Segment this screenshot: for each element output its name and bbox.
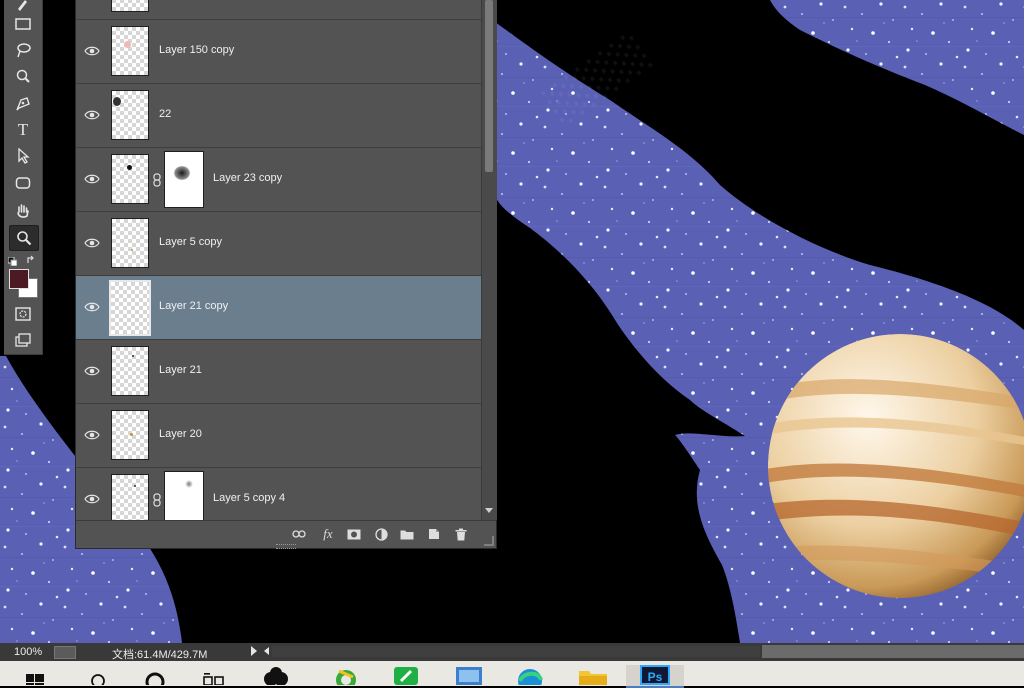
status-bar: 100% 文档:61.4M/429.7M	[0, 643, 1024, 661]
zoom-preview-icon[interactable]	[54, 646, 76, 659]
zoom-level[interactable]: 100%	[14, 646, 42, 658]
visibility-eye-icon[interactable]	[84, 172, 100, 186]
hand-icon[interactable]	[9, 199, 37, 223]
layer-name: Layer 150 copy	[159, 44, 235, 56]
new-layer-icon[interactable]	[426, 527, 442, 541]
default-colors-icon[interactable]	[7, 253, 18, 267]
tools-panel: T	[4, 0, 43, 355]
scroll-left-arrow-icon[interactable]	[264, 647, 269, 655]
adjustment-icon[interactable]	[372, 527, 390, 541]
layer-row-partial[interactable]	[76, 0, 481, 20]
layer-row[interactable]: Layer 150 copy	[76, 20, 481, 84]
mask-link-icon[interactable]	[152, 173, 162, 187]
layer-name: Layer 23 copy	[213, 172, 283, 184]
layer-list: Layer 150 copy 22 Layer 23 copy Layer 5 …	[76, 0, 481, 520]
layer-thumbnail	[111, 0, 149, 12]
panel-resize-handle[interactable]	[484, 536, 494, 546]
browser-360-icon[interactable]	[332, 665, 360, 686]
horizontal-scrollbar[interactable]	[272, 646, 760, 657]
rectangle-select-icon[interactable]	[9, 12, 37, 36]
scroll-down-arrow-icon[interactable]	[485, 508, 493, 513]
panel-resize-grip[interactable]	[276, 544, 296, 549]
visibility-eye-icon[interactable]	[84, 492, 100, 506]
path-select-icon[interactable]	[9, 144, 37, 168]
screen-mode-icon[interactable]	[9, 328, 37, 352]
edge-icon[interactable]	[515, 665, 545, 686]
rounded-rect-icon[interactable]	[9, 171, 37, 195]
visibility-eye-icon[interactable]	[84, 300, 100, 314]
layer-name: Layer 5 copy 4	[213, 492, 286, 504]
layer-row[interactable]: Layer 5 copy	[76, 212, 481, 276]
photoshop-label: Ps	[640, 665, 670, 685]
layer-row[interactable]: Layer 21	[76, 340, 481, 404]
cortana-icon[interactable]	[142, 665, 168, 686]
layer-thumbnail	[111, 90, 149, 140]
swap-colors-icon[interactable]	[26, 252, 36, 263]
quick-select-icon[interactable]	[9, 64, 37, 88]
file-explorer-icon[interactable]	[577, 665, 609, 686]
layer-name: Layer 5 copy	[159, 236, 222, 248]
layer-thumbnail	[111, 474, 149, 520]
photoshop-icon[interactable]: Ps	[626, 665, 684, 688]
task-view-icon[interactable]	[200, 665, 226, 686]
visibility-eye-icon[interactable]	[84, 108, 100, 122]
blue-app-icon[interactable]	[454, 665, 484, 686]
layer-name: Layer 20	[159, 428, 202, 440]
group-folder-icon[interactable]	[399, 527, 415, 541]
trash-icon[interactable]	[453, 527, 469, 541]
document-info: 文档:61.4M/429.7M	[112, 649, 208, 661]
layer-row[interactable]: Layer 23 copy	[76, 148, 481, 212]
link-icon[interactable]	[291, 527, 307, 541]
layer-row[interactable]: Layer 20	[76, 404, 481, 468]
layer-thumbnail	[111, 218, 149, 268]
layers-scrollbar[interactable]	[481, 0, 497, 520]
layer-thumbnail	[111, 410, 149, 460]
layer-mask-thumbnail[interactable]	[164, 151, 204, 208]
layer-row[interactable]: Layer 5 copy 4	[76, 468, 481, 520]
zoom-icon[interactable]	[9, 225, 39, 251]
layer-name: Layer 21	[159, 364, 202, 376]
lasso-icon[interactable]	[9, 38, 37, 62]
green-app-icon[interactable]	[392, 665, 420, 686]
status-menu-arrow-icon[interactable]	[251, 646, 257, 656]
quick-mask-icon[interactable]	[9, 302, 37, 326]
visibility-eye-icon[interactable]	[84, 364, 100, 378]
windows-taskbar: Ps	[0, 661, 1024, 688]
foreground-color-swatch[interactable]	[9, 269, 29, 289]
layers-footer: fx	[76, 520, 496, 549]
layer-name: Layer 21 copy	[159, 300, 229, 312]
visibility-eye-icon[interactable]	[84, 44, 100, 58]
layer-thumbnail	[111, 346, 149, 396]
pen-icon[interactable]	[9, 92, 37, 116]
mask-link-icon[interactable]	[152, 493, 162, 507]
visibility-eye-icon[interactable]	[84, 428, 100, 442]
windows-start-icon[interactable]	[22, 665, 48, 686]
visibility-eye-icon[interactable]	[84, 236, 100, 250]
layer-thumbnail	[111, 26, 149, 76]
layer-row-selected[interactable]: Layer 21 copy	[76, 276, 481, 340]
type-icon[interactable]: T	[9, 118, 37, 142]
app-icon[interactable]	[262, 665, 290, 686]
layer-row[interactable]: 22	[76, 84, 481, 148]
add-mask-icon[interactable]	[346, 527, 362, 541]
layers-panel: Layer 150 copy 22 Layer 23 copy Layer 5 …	[75, 0, 497, 549]
layer-name: 22	[159, 108, 172, 120]
search-icon[interactable]	[86, 665, 110, 686]
layer-thumbnail	[109, 280, 151, 336]
horizontal-scrollbar-thumb[interactable]	[762, 645, 1024, 658]
fx-icon[interactable]: fx	[318, 526, 338, 541]
layer-thumbnail	[111, 154, 149, 204]
layer-mask-thumbnail[interactable]	[164, 471, 204, 520]
scrollbar-thumb[interactable]	[485, 0, 493, 172]
